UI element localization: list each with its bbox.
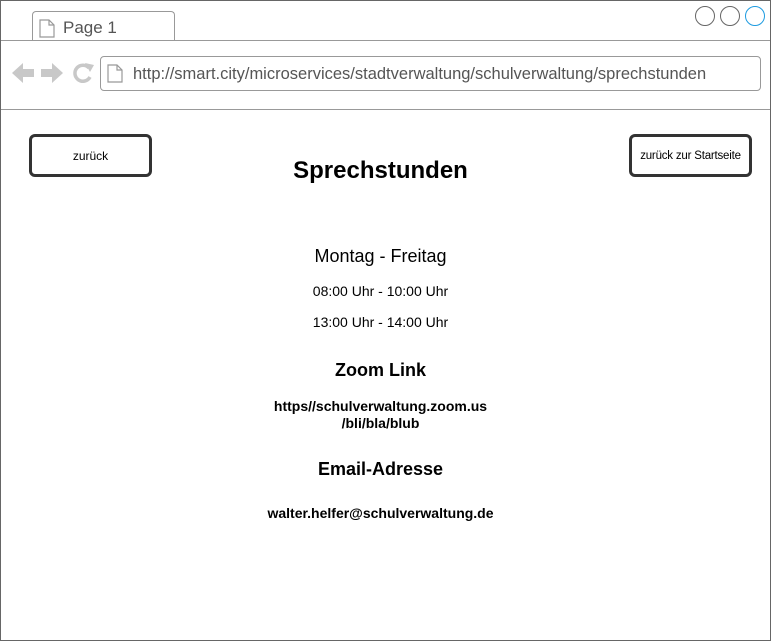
- url-text: http://smart.city/microservices/stadtver…: [133, 65, 707, 83]
- forward-arrow-icon[interactable]: [40, 62, 64, 89]
- reload-icon[interactable]: [71, 62, 95, 89]
- close-button[interactable]: [745, 6, 765, 26]
- address-bar[interactable]: http://smart.city/microservices/stadtver…: [100, 56, 761, 91]
- page-title: Sprechstunden: [293, 157, 468, 184]
- minimize-button[interactable]: [695, 6, 715, 26]
- page-icon: [107, 64, 123, 88]
- time-slot: 08:00 Uhr - 10:00 Uhr: [312, 283, 449, 299]
- email-heading: Email-Adresse: [317, 459, 444, 479]
- days-label: Montag - Freitag: [314, 246, 447, 266]
- browser-toolbar: http://smart.city/microservices/stadtver…: [1, 40, 770, 110]
- tab-bar: Page 1: [1, 1, 770, 41]
- maximize-button[interactable]: [720, 6, 740, 26]
- back-arrow-icon[interactable]: [11, 62, 35, 89]
- time-slot: 13:00 Uhr - 14:00 Uhr: [312, 314, 449, 330]
- email-address[interactable]: walter.helfer@schulverwaltung.de: [0, 505, 761, 522]
- tab-label: Page 1: [63, 18, 117, 37]
- zoom-link-line-1[interactable]: https//schulverwaltung.zoom.us: [0, 398, 761, 415]
- zoom-heading: Zoom Link: [335, 360, 426, 380]
- tab-page-1[interactable]: Page 1: [32, 11, 175, 41]
- zoom-link-line-2[interactable]: /bli/bla/blub: [0, 415, 761, 432]
